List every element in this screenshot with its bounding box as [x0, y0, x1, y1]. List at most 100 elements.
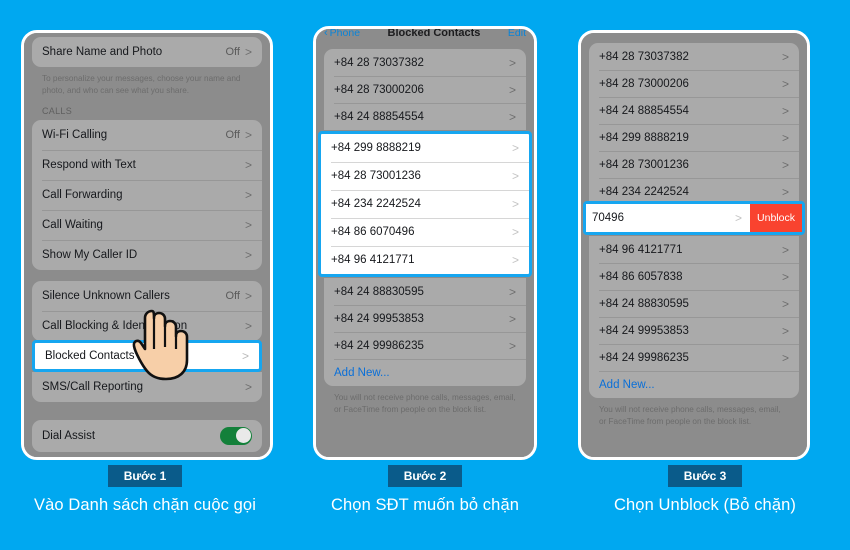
list-item[interactable]: +84 234 2242524 >	[321, 190, 529, 218]
row-call-waiting[interactable]: Call Waiting >	[32, 209, 262, 240]
chevron-right-icon: >	[244, 217, 252, 232]
row-show-my-caller-id[interactable]: Show My Caller ID >	[32, 239, 262, 270]
toggle-knob	[235, 428, 251, 444]
row-call-blocking-identification[interactable]: Call Blocking & Identification >	[32, 310, 262, 341]
chevron-right-icon: >	[508, 109, 516, 124]
list-item[interactable]: +84 28 73000206 >	[324, 76, 526, 103]
list-item[interactable]: +84 24 88830595 >	[324, 278, 526, 305]
row-value-group: Off >	[226, 290, 253, 302]
block-list-footer-note: You will not receive phone calls, messag…	[334, 393, 516, 414]
highlight-unblock-row[interactable]: 70496 > Unblock	[583, 201, 805, 235]
phone-number: +84 299 8888219	[331, 142, 421, 154]
row-value-group: >	[245, 189, 252, 201]
row-label: Call Waiting	[42, 218, 103, 231]
list-item[interactable]: +84 24 99986235 >	[324, 332, 526, 359]
list-item[interactable]: +84 28 73001236 >	[321, 162, 529, 190]
chevron-right-icon: >	[781, 130, 789, 145]
row-share-name-and-photo[interactable]: Share Name and Photo Off >	[32, 37, 262, 67]
row-value: Off	[225, 128, 240, 141]
row-respond-with-text[interactable]: Respond with Text >	[32, 149, 262, 180]
list-item[interactable]: +84 28 73037382 >	[324, 49, 526, 76]
blocked-list-card-bottom: +84 96 4121771 > +84 86 6057838 > +84 24…	[589, 236, 799, 398]
chevron-right-icon: >	[511, 141, 519, 155]
row-add-new[interactable]: Add New...	[589, 371, 799, 398]
dial-assist-toggle[interactable]	[220, 426, 252, 445]
chevron-right-icon: >	[511, 197, 519, 211]
row-swiped-blocked-number[interactable]: 70496 > Unblock	[586, 204, 802, 232]
step-3: Bước 3 Chọn Unblock (Bỏ chặn)	[560, 465, 850, 515]
calls-group-header: CALLS	[42, 105, 73, 116]
list-item[interactable]: +84 96 4121771 >	[321, 246, 529, 274]
phone-number: +84 234 2242524	[599, 185, 689, 198]
chevron-right-icon: >	[241, 348, 249, 363]
list-item[interactable]: +84 299 8888219 >	[589, 124, 799, 151]
step-caption: Chọn Unblock (Bỏ chặn)	[614, 496, 796, 514]
row-value-group: >	[245, 381, 252, 393]
chevron-right-icon: >	[508, 55, 516, 70]
list-item[interactable]: +84 24 99953853 >	[589, 317, 799, 344]
row-blocked-contacts[interactable]: Blocked Contacts >	[35, 343, 259, 369]
row-sms-call-reporting[interactable]: SMS/Call Reporting >	[32, 372, 262, 402]
highlight-blocked-numbers[interactable]: +84 299 8888219 > +84 28 73001236 > +84 …	[318, 131, 532, 277]
add-new-label: Add New...	[599, 378, 655, 391]
chevron-right-icon: >	[781, 184, 789, 199]
step-badge: Bước 1	[107, 465, 183, 487]
chevron-right-icon: >	[511, 169, 519, 183]
list-item[interactable]: +84 28 73000206 >	[589, 70, 799, 97]
row-value-group: >	[245, 320, 252, 332]
calls-card: Wi-Fi Calling Off > Respond with Text > …	[32, 119, 262, 270]
list-item[interactable]: +84 24 99986235 >	[589, 344, 799, 371]
chevron-right-icon: >	[244, 187, 252, 202]
blocked-contacts-unblock-screen: +84 28 73037382 > +84 28 73000206 > +84 …	[581, 33, 807, 457]
step-2: Bước 2 Chọn SĐT muốn bỏ chặn	[290, 465, 560, 515]
row-label: Show My Caller ID	[42, 248, 138, 261]
highlight-blocked-contacts[interactable]: Blocked Contacts >	[32, 339, 262, 372]
blocked-list-card-top: +84 28 73037382 > +84 28 73000206 > +84 …	[324, 49, 526, 130]
list-item[interactable]: +84 28 73001236 >	[589, 151, 799, 178]
row-wifi-calling[interactable]: Wi-Fi Calling Off >	[32, 120, 262, 150]
row-value-group: >	[245, 159, 252, 171]
list-item[interactable]: +84 24 99953853 >	[324, 305, 526, 332]
list-item[interactable]: +84 234 2242524 >	[589, 178, 799, 205]
chevron-right-icon: >	[781, 242, 789, 257]
row-label: Blocked Contacts	[45, 349, 135, 362]
list-item[interactable]: +84 24 88854554 >	[324, 103, 526, 130]
row-call-forwarding[interactable]: Call Forwarding >	[32, 179, 262, 210]
chevron-right-icon: >	[781, 350, 789, 365]
list-item[interactable]: +84 299 8888219 >	[321, 134, 529, 162]
dial-assist-card: Dial Assist	[32, 419, 262, 452]
row-label: Respond with Text	[42, 158, 136, 171]
chevron-right-icon: >	[244, 247, 252, 262]
phone-number: +84 24 99986235	[334, 339, 424, 352]
phone-number: +84 28 73000206	[334, 83, 424, 96]
unblock-button[interactable]: Unblock	[750, 204, 802, 232]
chevron-right-icon: >	[244, 45, 252, 59]
list-item[interactable]: +84 86 6070496 >	[321, 218, 529, 246]
row-silence-unknown-callers[interactable]: Silence Unknown Callers Off >	[32, 281, 262, 311]
list-item[interactable]: +84 24 88830595 >	[589, 290, 799, 317]
phone-number: +84 96 4121771	[331, 254, 415, 266]
row-add-new[interactable]: Add New...	[324, 359, 526, 386]
list-item[interactable]: +84 86 6057838 >	[589, 263, 799, 290]
row-dial-assist[interactable]: Dial Assist	[32, 420, 262, 452]
list-item[interactable]: +84 28 73037382 >	[589, 43, 799, 70]
back-button[interactable]: ‹ Phone	[324, 26, 360, 39]
row-label: Share Name and Photo	[42, 46, 163, 58]
phone-screenshot-step3: +84 28 73037382 > +84 28 73000206 > +84 …	[578, 30, 810, 460]
row-value-group: >	[245, 249, 252, 261]
chevron-right-icon: >	[508, 284, 516, 299]
edit-button[interactable]: Edit	[508, 29, 526, 39]
phone-number: +84 24 88854554	[334, 110, 424, 123]
sms-reporting-card: SMS/Call Reporting >	[32, 371, 262, 402]
list-item[interactable]: +84 96 4121771 >	[589, 236, 799, 263]
phone-number: +84 24 88830595	[334, 285, 424, 298]
row-label: Wi-Fi Calling	[42, 128, 108, 141]
row-label: SMS/Call Reporting	[42, 380, 143, 393]
chevron-left-icon: ‹	[324, 26, 328, 39]
list-item[interactable]: +84 24 88854554 >	[589, 97, 799, 124]
phone-number: +84 28 73037382	[334, 56, 424, 69]
chevron-right-icon: >	[781, 49, 789, 64]
phone-number: +84 24 99953853	[599, 324, 689, 337]
step-badge: Bước 3	[667, 465, 743, 487]
